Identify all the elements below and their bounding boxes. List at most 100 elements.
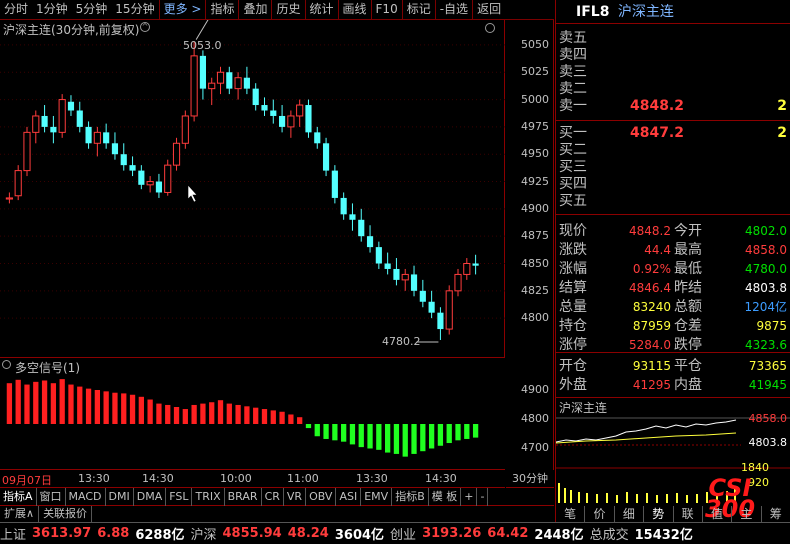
signal-chart-area[interactable]: 多空信号(1)	[0, 358, 505, 470]
signal-bar	[68, 384, 74, 424]
indicator-tab-1[interactable]: 窗口	[37, 488, 66, 506]
indicator-tab-3[interactable]: DMI	[106, 488, 134, 506]
candle-body	[331, 170, 338, 198]
candle-body	[279, 115, 286, 127]
quote-value: 44.4	[644, 243, 671, 257]
y-tick-7: 4875	[521, 229, 549, 243]
quote-value: 41295	[632, 378, 671, 392]
candle	[216, 66, 225, 95]
orderbook-row-sell-2: 卖三	[556, 64, 790, 81]
orderbook-row-buy-2: 买三	[556, 159, 790, 176]
y-tick-10: 4800	[521, 311, 549, 325]
quote-value: 87959	[632, 319, 671, 333]
detail-tab-3[interactable]: 势	[644, 506, 674, 522]
orderbook-label: 卖一	[559, 98, 587, 114]
indicator-tab-2[interactable]: MACD	[66, 488, 106, 506]
indicator-tab-0[interactable]: 指标A	[0, 488, 37, 506]
toolbar-item-7[interactable]: 历史	[271, 0, 304, 20]
signal-bar	[59, 379, 65, 424]
orderbook-row-sell-4: 卖一 4848.2 2	[556, 98, 790, 115]
candle	[129, 156, 136, 177]
detail-tab-4[interactable]: 联	[674, 506, 703, 522]
signal-bar	[428, 424, 435, 449]
candle-body	[138, 170, 145, 185]
toolbar-item-3[interactable]: 15分钟	[111, 0, 158, 20]
indicator-tab-12[interactable]: EMV	[361, 488, 393, 506]
indicator-tab-8[interactable]: CR	[262, 488, 284, 506]
detail-tab-5[interactable]: 值	[703, 506, 733, 522]
toolbar-item-8[interactable]: 统计	[304, 0, 338, 20]
toolbar-item-4[interactable]: 更多 >	[158, 0, 206, 20]
detail-tab-2[interactable]: 细	[615, 506, 645, 522]
quote-label: 仓差	[674, 318, 702, 334]
toolbar-item-10[interactable]: F10	[370, 0, 402, 20]
candle-body	[164, 164, 172, 193]
indicator-tab-10[interactable]: OBV	[306, 488, 337, 506]
indicator-tab-6[interactable]: TRIX	[192, 488, 225, 506]
toolbar-item-13[interactable]: 返回	[472, 0, 505, 20]
candle-body	[76, 110, 83, 127]
quote-value: 0.92%	[632, 262, 671, 276]
detail-tab-1[interactable]: 价	[585, 506, 615, 522]
candle	[164, 159, 172, 196]
indicator-tab-9[interactable]: VR	[284, 488, 307, 506]
signal-bar	[332, 424, 338, 441]
quote-row-0: 现价 4848.2 今开 4802.0	[556, 222, 790, 240]
status-item-7: 3604亿	[334, 528, 385, 543]
candle-body	[410, 274, 418, 291]
toolbar-item-2[interactable]: 5分钟	[72, 0, 112, 20]
signal-bar	[77, 386, 83, 424]
candle	[76, 101, 83, 133]
time-label-4: 11:00	[287, 472, 319, 485]
indicator-tab-4[interactable]: DMA	[134, 488, 167, 506]
indicator-tab-13[interactable]: 指标B	[392, 488, 429, 506]
candle-body	[103, 132, 110, 144]
orderbook-divider	[556, 120, 790, 121]
signal-bar	[85, 388, 92, 424]
candle-body	[296, 104, 304, 117]
indicator-tab-5[interactable]: FSL	[166, 488, 193, 506]
signal-bar	[244, 406, 250, 424]
indicator-tabs: 指标A 窗口 MACD DMI DMA FSL TRIX BRAR CR VR OBV ASI EMV 指…	[0, 488, 554, 506]
detail-tab-6[interactable]: 主	[732, 506, 762, 522]
detail-tab-0[interactable]: 笔	[556, 506, 586, 522]
candle	[375, 241, 382, 269]
toolbar-item-1[interactable]: 1分钟	[32, 0, 72, 20]
quote-value: 41945	[748, 378, 787, 392]
toolbar-item-0[interactable]: 分时	[0, 0, 32, 20]
ext-tab-0[interactable]: 扩展∧	[0, 506, 40, 522]
signal-bar	[6, 383, 13, 424]
indicator-tab-7[interactable]: BRAR	[225, 488, 262, 506]
indicator-tab-14[interactable]: 模 板	[429, 488, 462, 506]
quote-row-4: 总量 83240 总额 1204亿	[556, 298, 790, 316]
candle	[428, 290, 435, 319]
sub-y-tick-0: 4900	[521, 383, 549, 396]
kline-chart-area[interactable]: 沪深主连(30分钟,前复权) ^ 5053.0 4780.2	[0, 20, 505, 358]
indicator-tab-11[interactable]: ASI	[336, 488, 362, 506]
candle	[208, 77, 216, 106]
period-label[interactable]: 30分钟	[506, 470, 554, 488]
toolbar-item-5[interactable]: 指标	[205, 0, 238, 20]
indicator-tab-16[interactable]: -	[477, 488, 489, 506]
candle	[366, 225, 374, 253]
detail-tab-7[interactable]: 筹	[762, 506, 790, 522]
ext-tab-1[interactable]: 关联报价	[39, 506, 93, 522]
candle-body	[85, 126, 92, 144]
signal-bar	[349, 424, 356, 445]
candle	[58, 94, 66, 138]
mini-intraday-chart[interactable]: 沪深主连 4858.0 4803.8 1840 920 CSI 300	[556, 398, 790, 521]
toolbar-item-9[interactable]: 画线	[337, 0, 371, 20]
quote-value: 4846.4	[629, 281, 671, 295]
signal-bar	[147, 399, 153, 424]
quote-header: IFL8 沪深主连	[556, 0, 790, 24]
toolbar-item-12[interactable]: -自选	[434, 0, 472, 20]
candle-body	[314, 132, 321, 144]
indicator-tab-15[interactable]: +	[461, 488, 478, 506]
signal-bar	[121, 393, 127, 424]
status-item-10: 64.42	[487, 526, 529, 541]
toolbar-item-6[interactable]: 叠加	[238, 0, 271, 20]
signal-bar	[156, 403, 162, 424]
toolbar-item-11[interactable]: 标记	[401, 0, 435, 20]
candle	[243, 66, 250, 95]
candle-body	[358, 219, 365, 237]
